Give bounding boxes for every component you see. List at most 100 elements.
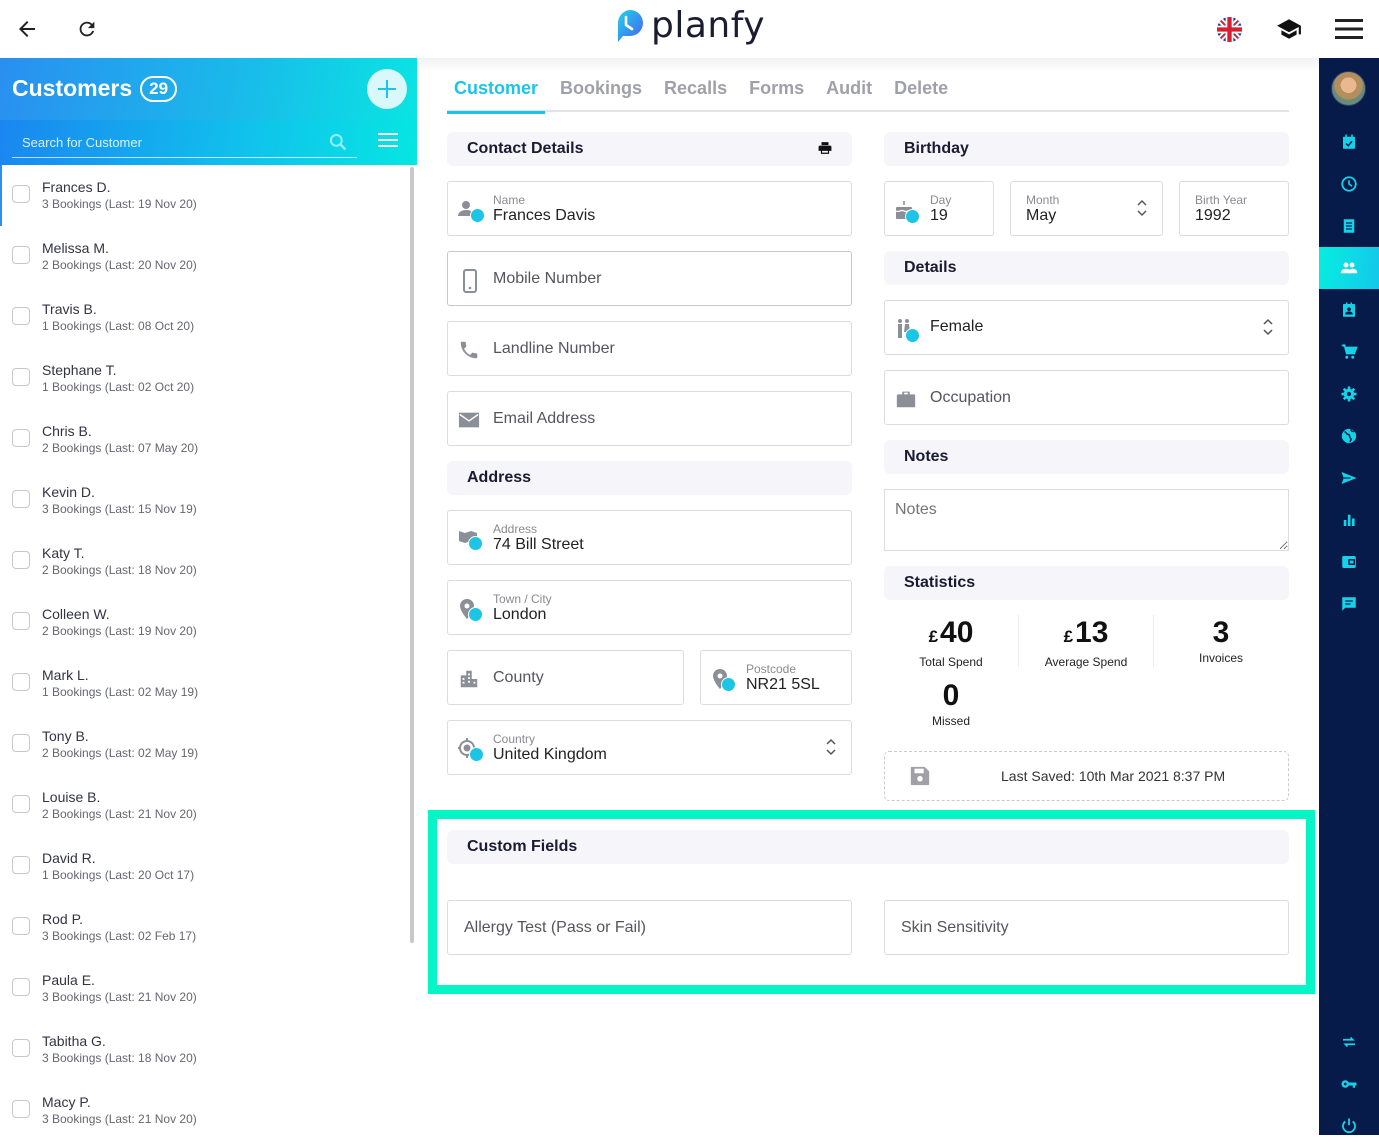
nav-power[interactable]: [1319, 1105, 1379, 1147]
skin-sensitivity-field[interactable]: Skin Sensitivity: [884, 900, 1289, 955]
customer-list-item[interactable]: Melissa M. 2 Bookings (Last: 20 Nov 20): [0, 226, 411, 287]
customer-checkbox[interactable]: [12, 1039, 30, 1057]
nav-customers[interactable]: [1319, 247, 1379, 289]
customer-list-item[interactable]: Travis B. 1 Bookings (Last: 08 Oct 20): [0, 287, 411, 348]
tab-recalls[interactable]: Recalls: [657, 76, 734, 112]
nav-bar-chart[interactable]: [1319, 499, 1379, 541]
customer-checkbox[interactable]: [12, 978, 30, 996]
nav-send[interactable]: [1319, 457, 1379, 499]
nav-clock[interactable]: [1319, 163, 1379, 205]
landline-number-field[interactable]: Landline Number: [447, 321, 852, 376]
birth-day-field[interactable]: Day 19: [884, 181, 994, 236]
birthday-heading: Birthday: [884, 132, 1289, 166]
nav-wallet[interactable]: [1319, 541, 1379, 583]
search-icon[interactable]: [328, 132, 348, 157]
nav-settings[interactable]: [1319, 373, 1379, 415]
gender-select[interactable]: Female: [884, 300, 1289, 355]
customer-checkbox[interactable]: [12, 1100, 30, 1118]
nav-message[interactable]: [1319, 583, 1379, 625]
tab-forms[interactable]: Forms: [742, 76, 811, 112]
customer-checkbox[interactable]: [12, 246, 30, 264]
customer-list-item[interactable]: Frances D. 3 Bookings (Last: 19 Nov 20): [0, 165, 411, 226]
customers-title-text: Customers: [12, 75, 133, 101]
help-button[interactable]: [1274, 14, 1304, 44]
nav-staff-badge[interactable]: [1319, 289, 1379, 331]
customer-checkbox[interactable]: [12, 612, 30, 630]
customer-checkbox[interactable]: [12, 307, 30, 325]
postcode-field[interactable]: Postcode NR21 5SL: [700, 650, 852, 705]
average-spend-stat: £13 Average Spend: [1044, 616, 1128, 669]
customer-checkbox[interactable]: [12, 368, 30, 386]
birth-year-field[interactable]: Birth Year 1992: [1179, 181, 1289, 236]
missed-stat: 0 Missed: [931, 679, 970, 728]
customer-checkbox[interactable]: [12, 673, 30, 691]
customer-checkbox[interactable]: [12, 185, 30, 203]
customer-name: Macy P.: [42, 1094, 91, 1110]
language-button[interactable]: [1214, 14, 1244, 44]
customer-list-item[interactable]: Macy P. 3 Bookings (Last: 21 Nov 20): [0, 1080, 411, 1135]
nav-globe[interactable]: [1319, 415, 1379, 457]
customer-list-item[interactable]: Paula E. 3 Bookings (Last: 21 Nov 20): [0, 958, 411, 1019]
nav-cart[interactable]: [1319, 331, 1379, 373]
tab-delete[interactable]: Delete: [887, 76, 955, 112]
tab-bookings[interactable]: Bookings: [553, 76, 649, 112]
refresh-button[interactable]: [72, 14, 102, 44]
customer-checkbox[interactable]: [12, 551, 30, 569]
customer-list-item[interactable]: Colleen W. 2 Bookings (Last: 19 Nov 20): [0, 592, 411, 653]
top-bar: planfy: [0, 0, 1379, 58]
birth-month-select[interactable]: Month May: [1010, 181, 1163, 236]
uk-flag-icon: [1216, 16, 1242, 42]
customer-bookings-summary: 1 Bookings (Last: 20 Oct 17): [42, 868, 195, 882]
customer-list-item[interactable]: Katy T. 2 Bookings (Last: 18 Nov 20): [0, 531, 411, 592]
customer-checkbox[interactable]: [12, 917, 30, 935]
customer-checkbox[interactable]: [12, 856, 30, 874]
mobile-number-field[interactable]: Mobile Number: [447, 251, 852, 306]
print-button[interactable]: [818, 134, 832, 168]
customer-checkbox[interactable]: [12, 734, 30, 752]
customer-list-scrollbar[interactable]: [410, 167, 414, 943]
tab-audit[interactable]: Audit: [819, 76, 879, 112]
main-menu-button[interactable]: [1334, 14, 1364, 44]
customer-checkbox[interactable]: [12, 490, 30, 508]
address-field[interactable]: Address 74 Bill Street: [447, 510, 852, 565]
allergy-test-field[interactable]: Allergy Test (Pass or Fail): [447, 900, 852, 955]
nav-key[interactable]: [1319, 1063, 1379, 1105]
customer-tabs: Customer Bookings Recalls Forms Audit Delete: [447, 76, 1289, 114]
customer-list-item[interactable]: Mark L. 1 Bookings (Last: 02 May 19): [0, 653, 411, 714]
customer-list-item[interactable]: David R. 1 Bookings (Last: 20 Oct 17): [0, 836, 411, 897]
name-field[interactable]: Name Frances Davis: [447, 181, 852, 236]
customer-checkbox[interactable]: [12, 795, 30, 813]
town-city-field[interactable]: Town / City London: [447, 580, 852, 635]
crosshair-check-icon: [458, 738, 484, 762]
customer-list-item[interactable]: Louise B. 2 Bookings (Last: 21 Nov 20): [0, 775, 411, 836]
add-customer-button[interactable]: [367, 69, 407, 109]
list-options-icon[interactable]: [378, 132, 398, 153]
user-avatar[interactable]: [1331, 71, 1366, 106]
select-chevron-icon: [1263, 318, 1273, 336]
customer-list-item[interactable]: Tabitha G. 3 Bookings (Last: 18 Nov 20): [0, 1019, 411, 1080]
nav-swap[interactable]: [1319, 1021, 1379, 1063]
customer-search-input[interactable]: [12, 128, 357, 158]
customer-bookings-summary: 3 Bookings (Last: 21 Nov 20): [42, 990, 197, 1004]
customer-list-item[interactable]: Chris B. 2 Bookings (Last: 07 May 20): [0, 409, 411, 470]
cart-icon: [1340, 344, 1358, 359]
notes-textarea[interactable]: [884, 489, 1289, 551]
customer-list-item[interactable]: Kevin D. 3 Bookings (Last: 15 Nov 19): [0, 470, 411, 531]
customer-bookings-summary: 3 Bookings (Last: 15 Nov 19): [42, 502, 197, 516]
cake-check-icon: [895, 199, 920, 224]
customer-list-item[interactable]: Rod P. 3 Bookings (Last: 02 Feb 17): [0, 897, 411, 958]
nav-receipt[interactable]: [1319, 205, 1379, 247]
nav-calendar-check[interactable]: [1319, 121, 1379, 163]
occupation-field[interactable]: Occupation: [884, 370, 1289, 425]
tab-customer[interactable]: Customer: [447, 76, 546, 114]
envelope-icon: [458, 409, 482, 433]
county-field[interactable]: County: [447, 650, 684, 705]
hamburger-menu-icon: [1335, 19, 1363, 39]
customer-list-item[interactable]: Stephane T. 1 Bookings (Last: 02 Oct 20): [0, 348, 411, 409]
back-button[interactable]: [12, 14, 42, 44]
customer-list-item[interactable]: Tony B. 2 Bookings (Last: 02 May 19): [0, 714, 411, 775]
customer-checkbox[interactable]: [12, 429, 30, 447]
country-select[interactable]: Country United Kingdom: [447, 720, 852, 775]
swap-icon: [1343, 1036, 1355, 1048]
email-address-field[interactable]: Email Address: [447, 391, 852, 446]
